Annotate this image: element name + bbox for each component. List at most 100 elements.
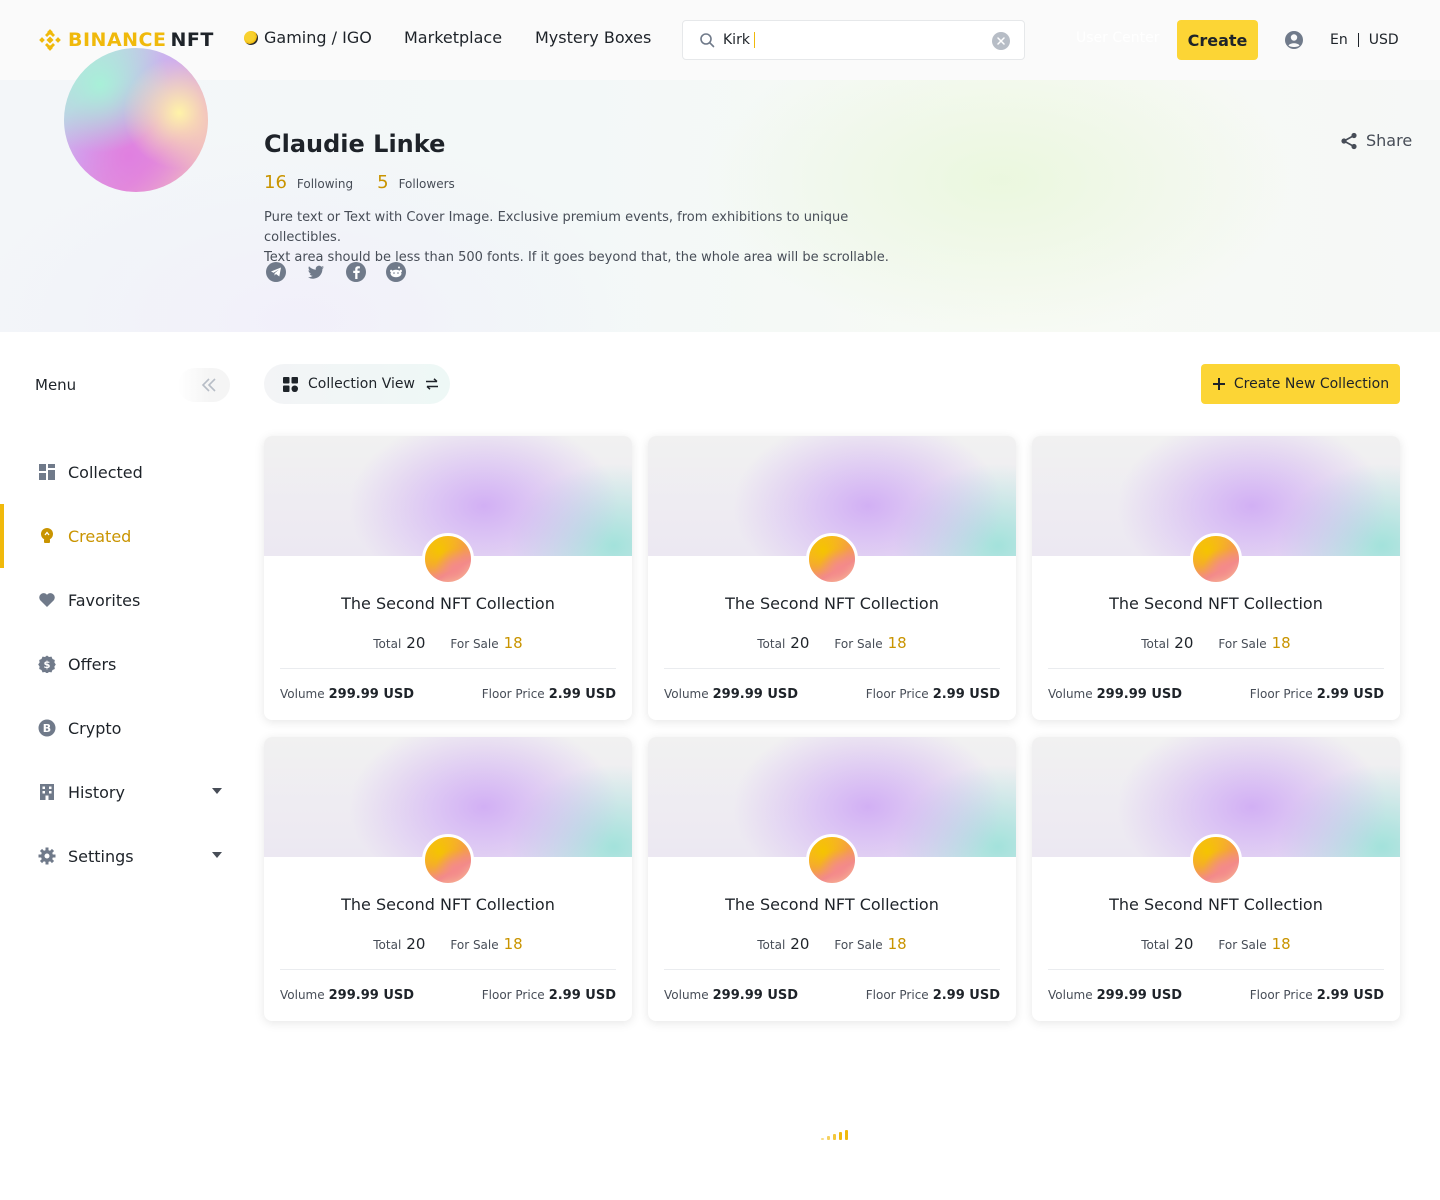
- search-input-value[interactable]: Kirk: [723, 32, 756, 48]
- new-collection-label: Create New Collection: [1233, 376, 1390, 392]
- collection-card[interactable]: The Second NFT Collection Total 20 For Sale…: [264, 436, 632, 720]
- collection-stats: Volume 299.99 USD Floor Price 2.99 USD: [1048, 687, 1384, 702]
- language-currency-switcher[interactable]: En USD: [1330, 32, 1399, 48]
- collection-card[interactable]: The Second NFT Collection Total 20 For Sale…: [264, 737, 632, 1021]
- twitter-icon[interactable]: [306, 262, 326, 282]
- collection-title[interactable]: The Second NFT Collection: [648, 895, 1016, 914]
- collection-card[interactable]: The Second NFT Collection Total 20 For Sale…: [648, 436, 1016, 720]
- top-nav-bar: BINANCE NFT Gaming / IGO Marketplace Myst…: [0, 0, 1440, 80]
- floor-price-label: Floor Price: [481, 687, 545, 701]
- for-sale-count: 18: [1271, 634, 1291, 652]
- volume-stat: Volume 299.99 USD: [280, 988, 414, 1003]
- collection-title[interactable]: The Second NFT Collection: [264, 594, 632, 613]
- collection-title[interactable]: The Second NFT Collection: [1032, 895, 1400, 914]
- collection-card[interactable]: The Second NFT Collection Total 20 For Sale…: [1032, 737, 1400, 1021]
- floor-price-stat: Floor Price 2.99 USD: [482, 687, 616, 702]
- sidebar-item-crypto[interactable]: B Crypto: [0, 696, 240, 760]
- collection-counts: Total 20 For Sale 18: [648, 935, 1016, 953]
- menu-title: Menu: [35, 376, 77, 394]
- user-profile-icon[interactable]: [1284, 30, 1304, 50]
- collapse-sidebar-button[interactable]: [178, 368, 230, 402]
- divider: [664, 969, 1000, 970]
- sidebar-item-offers[interactable]: $ Offers: [0, 632, 240, 696]
- plus-icon: [1212, 378, 1225, 390]
- chevron-down-icon[interactable]: [212, 788, 222, 794]
- volume-value: 299.99 USD: [712, 988, 799, 1003]
- volume-value: 299.99 USD: [1096, 687, 1183, 702]
- language-label[interactable]: En: [1330, 32, 1348, 48]
- nav-mystery-boxes[interactable]: Mystery Boxes: [535, 28, 651, 47]
- for-sale-count: 18: [887, 935, 907, 953]
- search-input[interactable]: Kirk: [682, 20, 1025, 60]
- total-label: Total: [757, 938, 786, 952]
- collection-counts: Total 20 For Sale 18: [1032, 634, 1400, 652]
- profile-bio: Pure text or Text with Cover Image. Excl…: [264, 208, 924, 268]
- clear-search-icon[interactable]: [992, 32, 1010, 50]
- nav-marketplace[interactable]: Marketplace: [404, 28, 502, 47]
- reddit-icon[interactable]: [386, 262, 406, 282]
- volume-label: Volume: [280, 988, 325, 1002]
- collection-view-toggle[interactable]: Collection View: [264, 364, 450, 404]
- following-label[interactable]: Following: [297, 177, 353, 191]
- floor-price-stat: Floor Price 2.99 USD: [482, 988, 616, 1003]
- for-sale-label: For Sale: [834, 938, 883, 952]
- floor-price-value: 2.99 USD: [932, 988, 1000, 1003]
- followers-label[interactable]: Followers: [399, 177, 455, 191]
- volume-label: Volume: [664, 988, 709, 1002]
- sidebar-item-created[interactable]: Created: [0, 504, 240, 568]
- followers-count[interactable]: 5: [377, 172, 388, 193]
- sidebar-item-settings[interactable]: Settings: [0, 824, 240, 888]
- telegram-icon[interactable]: [266, 262, 286, 282]
- for-sale-count: 18: [503, 935, 523, 953]
- create-new-collection-button[interactable]: Create New Collection: [1201, 364, 1400, 404]
- total-label: Total: [1141, 938, 1170, 952]
- logo-product-text: NFT: [170, 29, 214, 51]
- currency-label[interactable]: USD: [1369, 32, 1399, 48]
- collection-logo: [806, 834, 858, 886]
- divider: [664, 668, 1000, 669]
- collection-counts: Total 20 For Sale 18: [648, 634, 1016, 652]
- facebook-icon[interactable]: [346, 262, 366, 282]
- social-links: [266, 262, 406, 282]
- volume-value: 299.99 USD: [1096, 988, 1183, 1003]
- floor-price-value: 2.99 USD: [1316, 687, 1384, 702]
- profile-banner: [0, 80, 1440, 332]
- for-sale-label: For Sale: [450, 637, 499, 651]
- collection-title[interactable]: The Second NFT Collection: [264, 895, 632, 914]
- nav-mystery-boxes-label: Mystery Boxes: [535, 28, 652, 47]
- text-caret: [753, 32, 756, 48]
- dollar-icon: $: [38, 655, 56, 673]
- share-label: Share: [1366, 131, 1413, 150]
- floor-price-label: Floor Price: [865, 687, 929, 701]
- gear-icon: [38, 847, 56, 865]
- volume-label: Volume: [1048, 687, 1093, 701]
- sidebar-item-collected[interactable]: Collected: [0, 440, 240, 504]
- collection-title[interactable]: The Second NFT Collection: [1032, 594, 1400, 613]
- sidebar-item-label: Settings: [68, 846, 134, 866]
- nav-gaming-igo[interactable]: Gaming / IGO: [244, 28, 372, 47]
- collection-stats: Volume 299.99 USD Floor Price 2.99 USD: [664, 687, 1000, 702]
- loading-indicator: [821, 1128, 848, 1140]
- sidebar-item-label: Offers: [68, 654, 117, 674]
- collection-counts: Total 20 For Sale 18: [264, 634, 632, 652]
- bulb-icon: [38, 527, 56, 545]
- user-center-link[interactable]: User Center: [1076, 30, 1159, 46]
- create-button[interactable]: Create: [1177, 20, 1258, 60]
- sidebar-item-history[interactable]: History: [0, 760, 240, 824]
- volume-stat: Volume 299.99 USD: [664, 988, 798, 1003]
- collection-card[interactable]: The Second NFT Collection Total 20 For Sale…: [648, 737, 1016, 1021]
- share-button[interactable]: Share: [1340, 131, 1412, 150]
- collection-card[interactable]: The Second NFT Collection Total 20 For Sale…: [1032, 436, 1400, 720]
- total-label: Total: [757, 637, 786, 651]
- total-label: Total: [373, 938, 402, 952]
- floor-price-stat: Floor Price 2.99 USD: [1250, 687, 1384, 702]
- total-count: 20: [1174, 634, 1194, 652]
- chevron-down-icon[interactable]: [212, 852, 222, 858]
- following-count[interactable]: 16: [264, 172, 287, 193]
- collection-title[interactable]: The Second NFT Collection: [648, 594, 1016, 613]
- sidebar-item-favorites[interactable]: Favorites: [0, 568, 240, 632]
- volume-stat: Volume 299.99 USD: [664, 687, 798, 702]
- grid-icon: [283, 376, 298, 392]
- follow-stats: 16 Following 5 Followers: [264, 172, 479, 193]
- nav-gaming-label: Gaming / IGO: [264, 28, 372, 47]
